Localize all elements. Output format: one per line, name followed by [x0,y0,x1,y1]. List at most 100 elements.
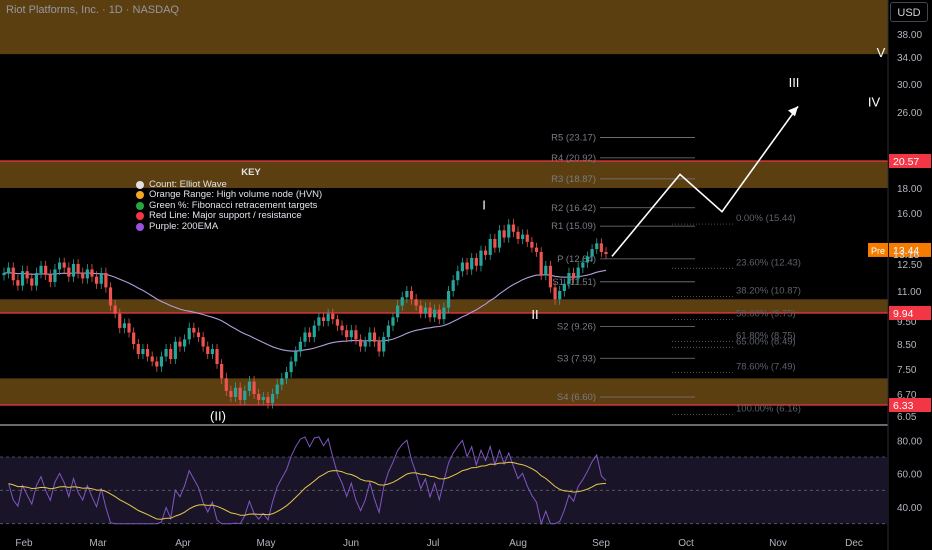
candle-body [113,305,117,314]
rsi-tick-label: 80.00 [897,436,922,447]
wave-label: IV [868,94,881,109]
candle-body [581,262,585,268]
price-tick-label: 12.50 [897,260,922,271]
pivot-label: S4 (6.60) [557,392,596,403]
candle-body [470,257,474,270]
candle-body [206,346,210,354]
price-tick-label: 8.50 [897,340,917,351]
time-tick-label: Apr [175,538,191,549]
candle-body [57,262,62,270]
candle-body [553,287,557,300]
candle-body [521,234,525,239]
candle-body [414,299,418,306]
candle-body [11,267,15,281]
candle-body [220,364,224,379]
candle-body [354,330,358,340]
candle-body [16,280,20,286]
candle-body [567,273,571,284]
candle-body [326,313,330,321]
candle-body [571,273,576,279]
candle-body [493,238,497,248]
candle-body [243,390,247,400]
candle-body [44,265,48,275]
candle-body [345,330,349,338]
pivot-label: R5 (23.17) [551,133,596,144]
candle-body [169,349,173,359]
hvn-zone [0,378,888,405]
candle-body [525,234,529,242]
candle-body [270,394,275,403]
candle-body [317,317,321,326]
candle-body [7,267,11,273]
candle-body [368,332,372,342]
candle-body [155,361,159,367]
candle-body [30,278,34,286]
candle-body [192,327,196,333]
candle-body [99,273,103,284]
candle-body [127,323,131,333]
candle-body [419,305,423,314]
fib-label: 65.00% (8.49) [736,336,796,347]
candle-body [576,267,580,279]
key-item: Purple: 200EMA [136,221,366,233]
candle-body [247,381,252,391]
candle-body [474,257,478,266]
candle-body [604,251,608,254]
candle-body [502,230,506,238]
time-tick-label: Jul [427,538,440,549]
time-tick-label: Feb [15,538,33,549]
candle-body [386,325,390,338]
wave-label: (II) [210,408,226,423]
candle-body [53,269,57,282]
candle-body [2,273,6,276]
time-tick-label: Nov [769,538,787,549]
pivot-label: S2 (9.26) [557,322,596,333]
candle-body [159,356,164,367]
candle-body [585,256,590,263]
price-chart[interactable]: R5 (23.17) R4 (20.92) R3 (18.87) R2 (16.42)… [0,0,932,550]
candle-body [423,307,427,314]
candle-body [284,372,289,379]
dot-icon [136,222,144,231]
candle-body [67,267,71,277]
currency-button[interactable]: USD [890,2,928,22]
candle-body [530,241,534,248]
pivot-label: S1 (11.51) [552,277,596,288]
candle-body [90,269,94,277]
candle-body [484,250,488,255]
candle-body [238,387,242,400]
time-axis[interactable]: Feb Mar Apr May Jun Jul Aug Sep Oct Nov Dec [15,538,863,549]
candle-body [266,396,270,403]
candle-body [372,332,377,342]
price-tick-label: 16.00 [897,209,922,220]
price-tick-label: 7.50 [897,365,917,376]
price-tick-label: 6.05 [897,412,917,423]
candle-body [331,313,335,320]
rsi-panel: 80.00 60.00 40.00 [0,436,922,526]
price-badge-label: 6.33 [893,400,914,412]
pivot-label: R4 (20.92) [551,153,596,164]
candle-body [335,319,340,326]
time-tick-label: Jun [343,538,359,549]
candle-body [460,262,465,272]
price-tick-label: 38.00 [897,30,922,41]
price-tick-label: 18.00 [897,184,922,195]
candle-body [48,274,52,282]
pivot-label: R1 (15.09) [551,221,596,232]
candle-body [173,341,177,359]
candle-body [71,264,76,277]
candle-body [428,307,432,318]
time-tick-label: Dec [845,538,863,549]
candle-body [516,231,520,239]
candle-body [178,341,182,347]
price-axis[interactable]: 38.00 34.00 30.00 26.00 18.00 16.00 12.50 11.00… [868,30,931,423]
candle-body [479,250,483,266]
candle-body [308,332,312,338]
candle-body [548,265,553,288]
candle-body [405,291,409,298]
candle-body [104,273,108,288]
price-tick-label: 11.00 [897,287,922,298]
candle-body [145,349,150,357]
key-item-label: Red Line: Major support / resistance [149,210,302,221]
wave-label: II [531,307,538,322]
